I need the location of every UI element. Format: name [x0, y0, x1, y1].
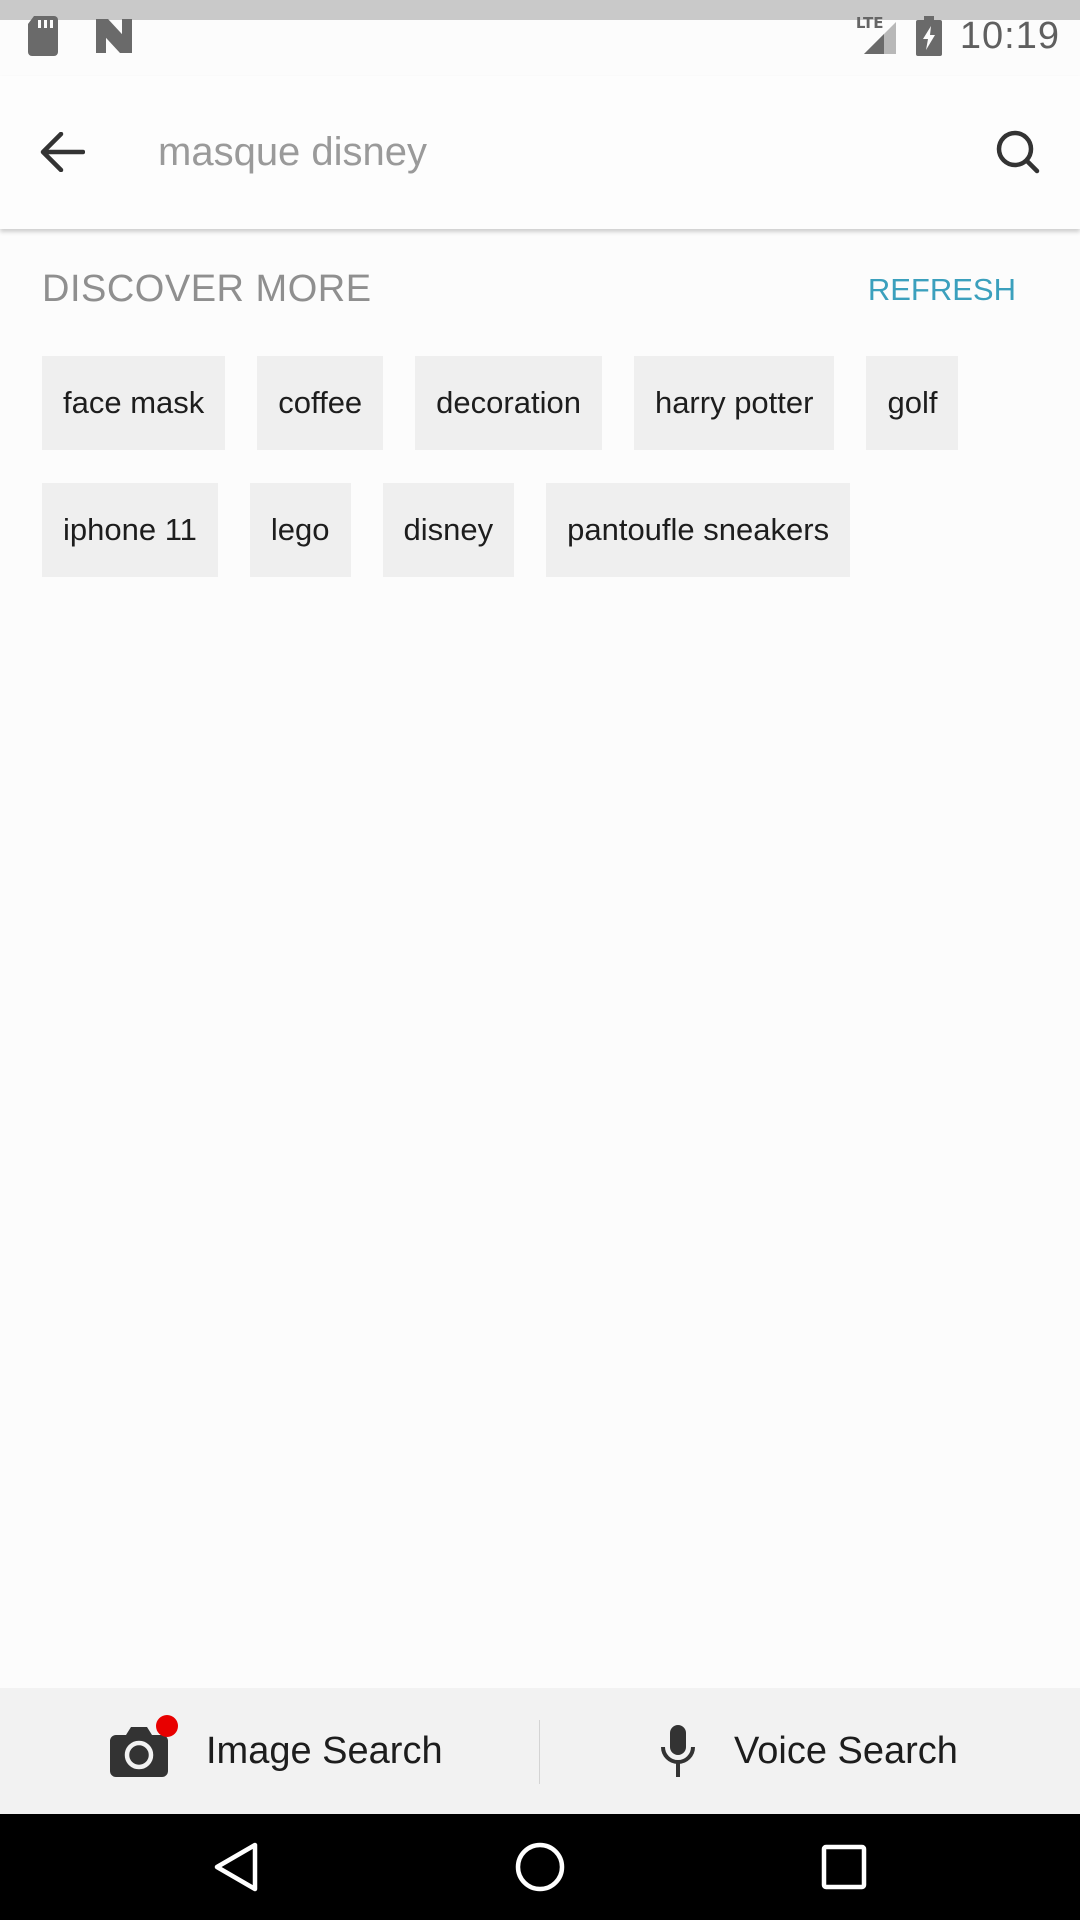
- tag-row: iphone 11 lego disney pantoufle sneakers: [42, 483, 1042, 577]
- discover-tags: face mask coffee decoration harry potter…: [42, 356, 1042, 610]
- tag-chip[interactable]: disney: [382, 483, 515, 577]
- tag-chip[interactable]: face mask: [42, 356, 226, 450]
- status-bar: LTE 10:19: [0, 0, 1080, 57]
- tag-row: face mask coffee decoration harry potter…: [42, 356, 1042, 450]
- tag-chip[interactable]: decoration: [415, 356, 602, 450]
- camera-icon: [110, 1715, 178, 1777]
- n-logo-icon: [96, 19, 132, 53]
- status-right-icons: LTE 10:19: [856, 12, 1060, 60]
- recents-square-icon: [821, 1844, 867, 1890]
- search-options-bar: Image Search Voice Search: [0, 1688, 1080, 1814]
- sd-card-icon: [28, 16, 58, 56]
- back-arrow-icon: [40, 132, 85, 172]
- search-header: [0, 76, 1080, 229]
- back-triangle-icon: [214, 1842, 258, 1892]
- nav-back-button[interactable]: [203, 1834, 269, 1900]
- voice-search-label: Voice Search: [734, 1729, 958, 1772]
- tag-chip[interactable]: harry potter: [633, 356, 835, 450]
- back-button[interactable]: [30, 120, 94, 184]
- image-search-button[interactable]: Image Search: [110, 1688, 443, 1814]
- discover-title: DISCOVER MORE: [42, 268, 372, 310]
- status-time: 10:19: [959, 14, 1060, 57]
- tag-chip[interactable]: pantoufle sneakers: [546, 483, 851, 577]
- image-search-label: Image Search: [206, 1729, 443, 1772]
- signal-icon: LTE: [856, 14, 898, 54]
- status-left-icons: [28, 12, 134, 60]
- tag-chip[interactable]: golf: [866, 356, 959, 450]
- search-button[interactable]: [986, 120, 1050, 184]
- tag-chip[interactable]: iphone 11: [42, 483, 218, 577]
- microphone-icon: [661, 1725, 695, 1777]
- tag-chip[interactable]: coffee: [257, 356, 384, 450]
- nav-home-button[interactable]: [507, 1834, 573, 1900]
- refresh-button[interactable]: REFRESH: [868, 272, 1016, 308]
- system-nav-bar: [0, 1814, 1080, 1920]
- tag-chip[interactable]: lego: [249, 483, 351, 577]
- discover-header: DISCOVER MORE REFRESH: [42, 268, 1042, 320]
- voice-search-button[interactable]: Voice Search: [660, 1688, 958, 1814]
- nav-recents-button[interactable]: [811, 1834, 877, 1900]
- search-input[interactable]: [158, 116, 958, 188]
- home-circle-icon: [515, 1842, 565, 1892]
- battery-charging-icon: [915, 16, 942, 56]
- divider: [539, 1720, 540, 1784]
- notification-dot: [156, 1715, 178, 1737]
- search-icon: [996, 130, 1040, 174]
